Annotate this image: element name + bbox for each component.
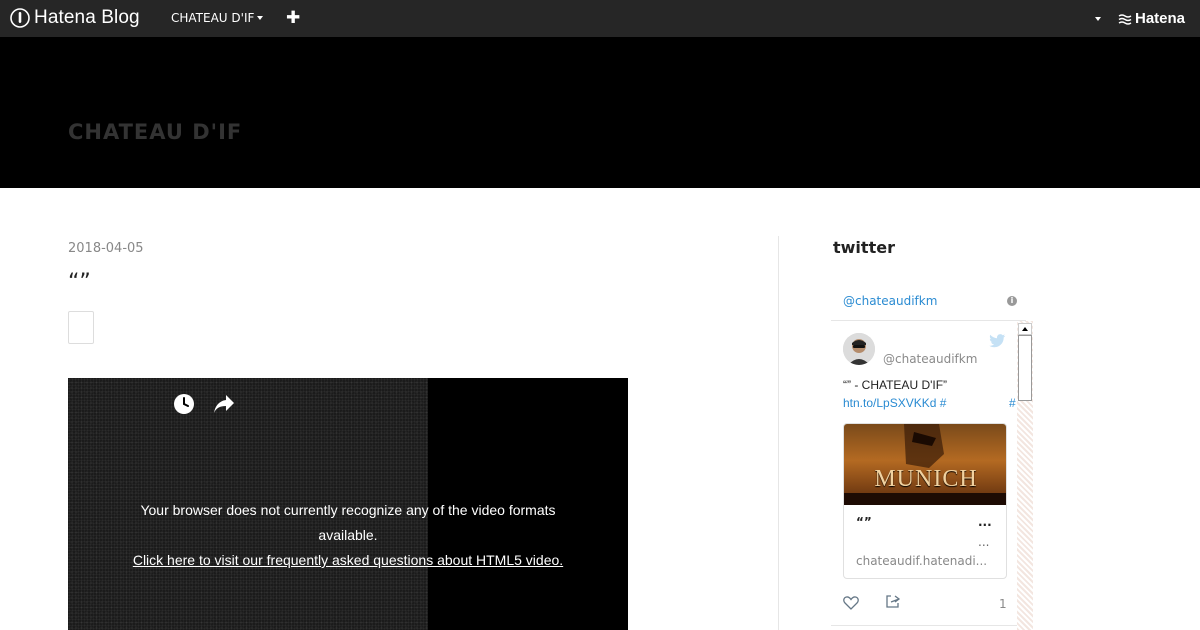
avatar-image [843, 333, 875, 365]
twitter-handle-link[interactable]: @chateaudifkm [843, 294, 937, 308]
card-image: MUNICH [844, 424, 1006, 505]
add-post-button[interactable]: ✚ [286, 8, 300, 28]
hatena-blog-logo[interactable]: Hatena Blog [10, 7, 140, 29]
hatena-wave-icon [1118, 13, 1132, 25]
share-out-icon[interactable] [885, 594, 901, 609]
hatena-logo-text: Hatena [1135, 10, 1186, 27]
scroll-up-button[interactable] [1018, 323, 1032, 335]
card-image-stripe [844, 493, 1006, 505]
scrollbar-thumb[interactable] [1018, 335, 1032, 401]
html5-video-faq-link[interactable]: Click here to visit our frequently asked… [133, 552, 563, 568]
twitter-bird-icon[interactable] [989, 334, 1006, 348]
column-divider [778, 236, 779, 630]
share-arrow-icon[interactable] [212, 393, 236, 415]
blog-header: CHATEAU D'IF [0, 37, 1200, 188]
tweet-timeline[interactable]: @chateaudifkm “” - CHATEAU D'IF” htn.to/… [831, 321, 1034, 630]
card-title-ellipsis: ... [978, 515, 992, 529]
card-image-title: MUNICH [874, 466, 978, 492]
blog-menu-dropdown[interactable]: CHATEAU D'IF [171, 11, 264, 25]
post-date[interactable]: 2018-04-05 [68, 241, 144, 256]
video-message-text: Your browser does not currently recogniz… [140, 502, 556, 543]
card-domain: chateaudif.hatenadi... [856, 554, 988, 568]
tweet-author-handle[interactable]: @chateaudifkm [883, 352, 977, 366]
tweet-hashtag[interactable]: # [940, 396, 947, 410]
link-preview-card[interactable]: MUNICH “” ... ... chateaudif.hatenadi... [843, 423, 1007, 579]
tweet-text-prefix: “” - CHATEAU D'IF” [843, 378, 948, 392]
blog-menu-label: CHATEAU D'IF [171, 11, 255, 25]
heart-icon[interactable] [843, 595, 859, 610]
video-player[interactable]: Your browser does not currently recogniz… [68, 378, 628, 630]
tweet-hashtag[interactable]: # [1009, 394, 1016, 412]
sidebar-heading: twitter [833, 238, 895, 257]
tweet[interactable]: @chateaudifkm “” - CHATEAU D'IF” htn.to/… [831, 321, 1017, 630]
post-title[interactable]: “” [68, 270, 91, 295]
twitter-widget: @chateaudifkm i @chateaudifkm “” - CHATE… [831, 287, 1034, 630]
tweet-actions: 1 [843, 593, 1013, 613]
hatena-logo[interactable]: Hatena [1118, 10, 1185, 27]
brand-text: Hatena Blog [34, 7, 140, 28]
social-share-button[interactable] [68, 311, 94, 344]
hatena-blog-logo-icon [10, 8, 30, 28]
avatar[interactable] [843, 333, 875, 365]
blog-title[interactable]: CHATEAU D'IF [68, 120, 242, 144]
tweet-divider [831, 625, 1017, 626]
twitter-widget-header: @chateaudifkm i [831, 287, 1026, 321]
like-count: 1 [999, 597, 1007, 611]
info-icon[interactable]: i [1007, 296, 1017, 306]
account-menu-chevron-down-icon[interactable] [1095, 17, 1101, 21]
tweet-link[interactable]: htn.to/LpSXVKKd [843, 396, 936, 410]
clock-icon[interactable] [173, 393, 195, 415]
chevron-up-icon [1022, 327, 1028, 331]
card-title: “” [856, 515, 872, 529]
chevron-down-icon [257, 16, 264, 20]
top-bar: Hatena Blog CHATEAU D'IF ✚ Hatena [0, 0, 1200, 37]
card-description-ellipsis: ... [978, 535, 990, 549]
video-unsupported-message: Your browser does not currently recogniz… [68, 498, 628, 573]
tweet-text: “” - CHATEAU D'IF” htn.to/LpSXVKKd # # [843, 376, 1021, 412]
